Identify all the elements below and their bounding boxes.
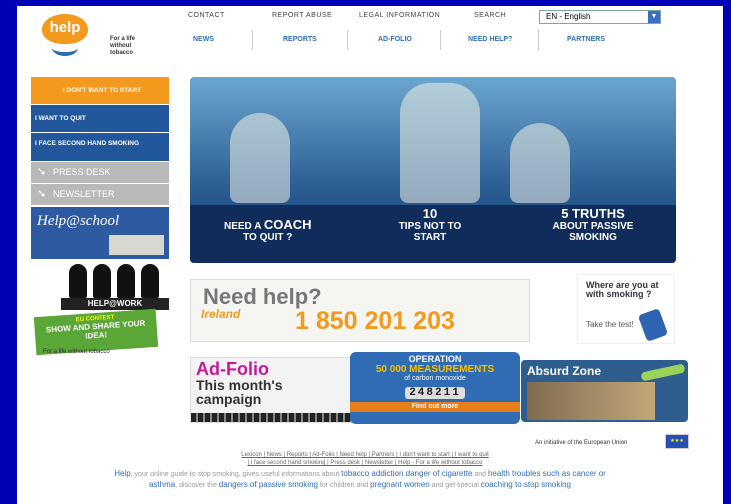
tips-link[interactable]: 10 TIPS NOT TO START	[395, 206, 465, 243]
eu-flag-icon: ★★★	[665, 434, 689, 449]
desc-keyword[interactable]: tobacco addiction danger of cigarette	[341, 469, 472, 478]
report-abuse-link[interactable]: REPORT ABUSE	[272, 12, 332, 19]
footer-links-line1[interactable]: Lexicon | News | Reports | Ad-Folio | Ne…	[185, 451, 545, 459]
contact-link[interactable]: CONTACT	[188, 12, 225, 19]
language-select[interactable]: EN - English ▼	[539, 10, 661, 24]
legal-information-link[interactable]: LEGAL INFORMATION	[359, 12, 440, 19]
sidebar-item-dont-want-to-start[interactable]: I DON'T WANT TO START	[31, 77, 169, 104]
nav-ad-folio[interactable]: AD-FOLIO	[378, 36, 412, 43]
film-strip-icon	[191, 413, 351, 422]
smile-icon	[52, 40, 78, 56]
ad-folio-banner[interactable]: Ad-Folio This month's campaign	[190, 357, 352, 423]
measurement-counter: 248211	[405, 387, 465, 399]
person-silhouette-icon	[69, 264, 87, 298]
sidebar-item-press-desk[interactable]: ➘ PRESS DESK	[31, 162, 169, 183]
helpline-banner[interactable]: Need help? Ireland 1 850 201 203	[190, 279, 530, 342]
language-value: EN - English	[546, 12, 591, 21]
coach-big: COACH	[263, 217, 312, 232]
nav-need-help[interactable]: NEED HELP?	[468, 36, 512, 43]
find-out-more-button[interactable]: Find out more	[350, 402, 520, 412]
cigarette-icon	[640, 363, 686, 382]
helpline-country: Ireland	[201, 307, 241, 321]
sidebar-item-label: NEWSLETTER	[53, 189, 115, 199]
smoking-test-banner[interactable]: Where are you at with smoking ? Take the…	[577, 274, 675, 344]
nav-divider	[440, 30, 441, 50]
search-link[interactable]: SEARCH	[474, 12, 506, 19]
eu-initiative-text: An initiative of the European Union	[535, 440, 628, 446]
smoker-figure	[510, 123, 570, 203]
tips-rest: TIPS NOT TO START	[398, 221, 462, 243]
nav-divider	[252, 30, 253, 50]
tagline: For a life without tobacco	[110, 36, 136, 56]
operation-title: OPERATION	[408, 354, 462, 364]
help-at-school-banner[interactable]: Help@school	[31, 207, 169, 259]
smoker-figure	[400, 83, 480, 203]
help-at-work-banner[interactable]: HELP@WORK	[31, 260, 169, 310]
nav-divider	[538, 30, 539, 50]
sidebar-item-second-hand-smoking[interactable]: I FACE SECOND HAND SMOKING	[31, 133, 169, 161]
nav-partners[interactable]: PARTNERS	[567, 36, 605, 43]
nav-news[interactable]: NEWS	[193, 36, 214, 43]
hand-icon	[637, 308, 669, 342]
desc-keyword[interactable]: pregnant women	[370, 480, 430, 489]
school-banner-title: Help@school	[37, 213, 120, 229]
person-silhouette-icon	[141, 264, 159, 298]
hero-banner[interactable]: NEED A COACH TO QUIT ? 10 TIPS NOT TO ST…	[190, 77, 676, 263]
footer-links-line2[interactable]: | I face second hand smoking | Press des…	[185, 459, 545, 467]
test-cta: Take the test!	[586, 320, 634, 329]
truths-big: 5 TRUTHS	[561, 206, 625, 221]
helpline-number: 1 850 201 203	[295, 307, 455, 335]
smoker-figure	[230, 113, 290, 203]
arrow-icon: ➘	[37, 188, 47, 200]
truths-link[interactable]: 5 TRUTHS ABOUT PASSIVE SMOKING	[528, 206, 658, 243]
desc-text: and	[474, 471, 487, 478]
desc-keyword[interactable]: coaching to stop smoking	[481, 480, 571, 489]
coach-link[interactable]: NEED A COACH TO QUIT ?	[224, 217, 312, 243]
chevron-down-icon: ▼	[648, 11, 660, 23]
coach-small: NEED A	[224, 221, 262, 232]
school-photo	[109, 235, 164, 255]
site-description: Help, your online guide to stop smoking,…	[110, 469, 610, 491]
truths-rest: ABOUT PASSIVE SMOKING	[552, 221, 634, 243]
desc-keyword[interactable]: dangers of passive smoking	[219, 480, 318, 489]
ad-folio-subtitle: This month's campaign	[196, 377, 283, 407]
person-silhouette-icon	[117, 264, 135, 298]
absurd-zone-photo	[527, 382, 655, 420]
desc-text: for children and	[319, 482, 369, 489]
desc-text: , discover the	[175, 482, 217, 489]
arrow-icon: ➘	[37, 166, 47, 178]
sidebar-item-want-to-quit[interactable]: I WANT TO QUIT	[31, 105, 169, 132]
sidebar-item-label: PRESS DESK	[53, 167, 111, 177]
footer-links[interactable]: Lexicon | News | Reports | Ad-Folio | Ne…	[185, 451, 545, 467]
absurd-zone-title: Absurd Zone	[527, 364, 601, 378]
coach-rest: TO QUIT ?	[243, 232, 293, 243]
sidebar-item-newsletter[interactable]: ➘ NEWSLETTER	[31, 184, 169, 205]
sidebar-tagline: For a life without tobacco	[43, 349, 110, 355]
tips-big: 10	[422, 206, 438, 221]
operation-subtitle: of carbon monoxide	[404, 375, 466, 382]
operation-banner[interactable]: OPERATION 50 000 MEASUREMENTS of carbon …	[350, 352, 520, 424]
nav-divider	[347, 30, 348, 50]
desc-text: and get special	[431, 482, 479, 489]
operation-measurements: 50 000 MEASUREMENTS	[375, 364, 495, 375]
test-question: Where are you at with smoking ?	[586, 280, 659, 299]
desc-help[interactable]: Help	[114, 469, 130, 478]
absurd-zone-banner[interactable]: Absurd Zone	[521, 360, 688, 422]
nav-reports[interactable]: REPORTS	[283, 36, 317, 43]
desc-text: , your online guide to stop smoking, giv…	[130, 471, 340, 478]
person-silhouette-icon	[93, 264, 111, 298]
help-logo[interactable]: help	[42, 14, 102, 58]
